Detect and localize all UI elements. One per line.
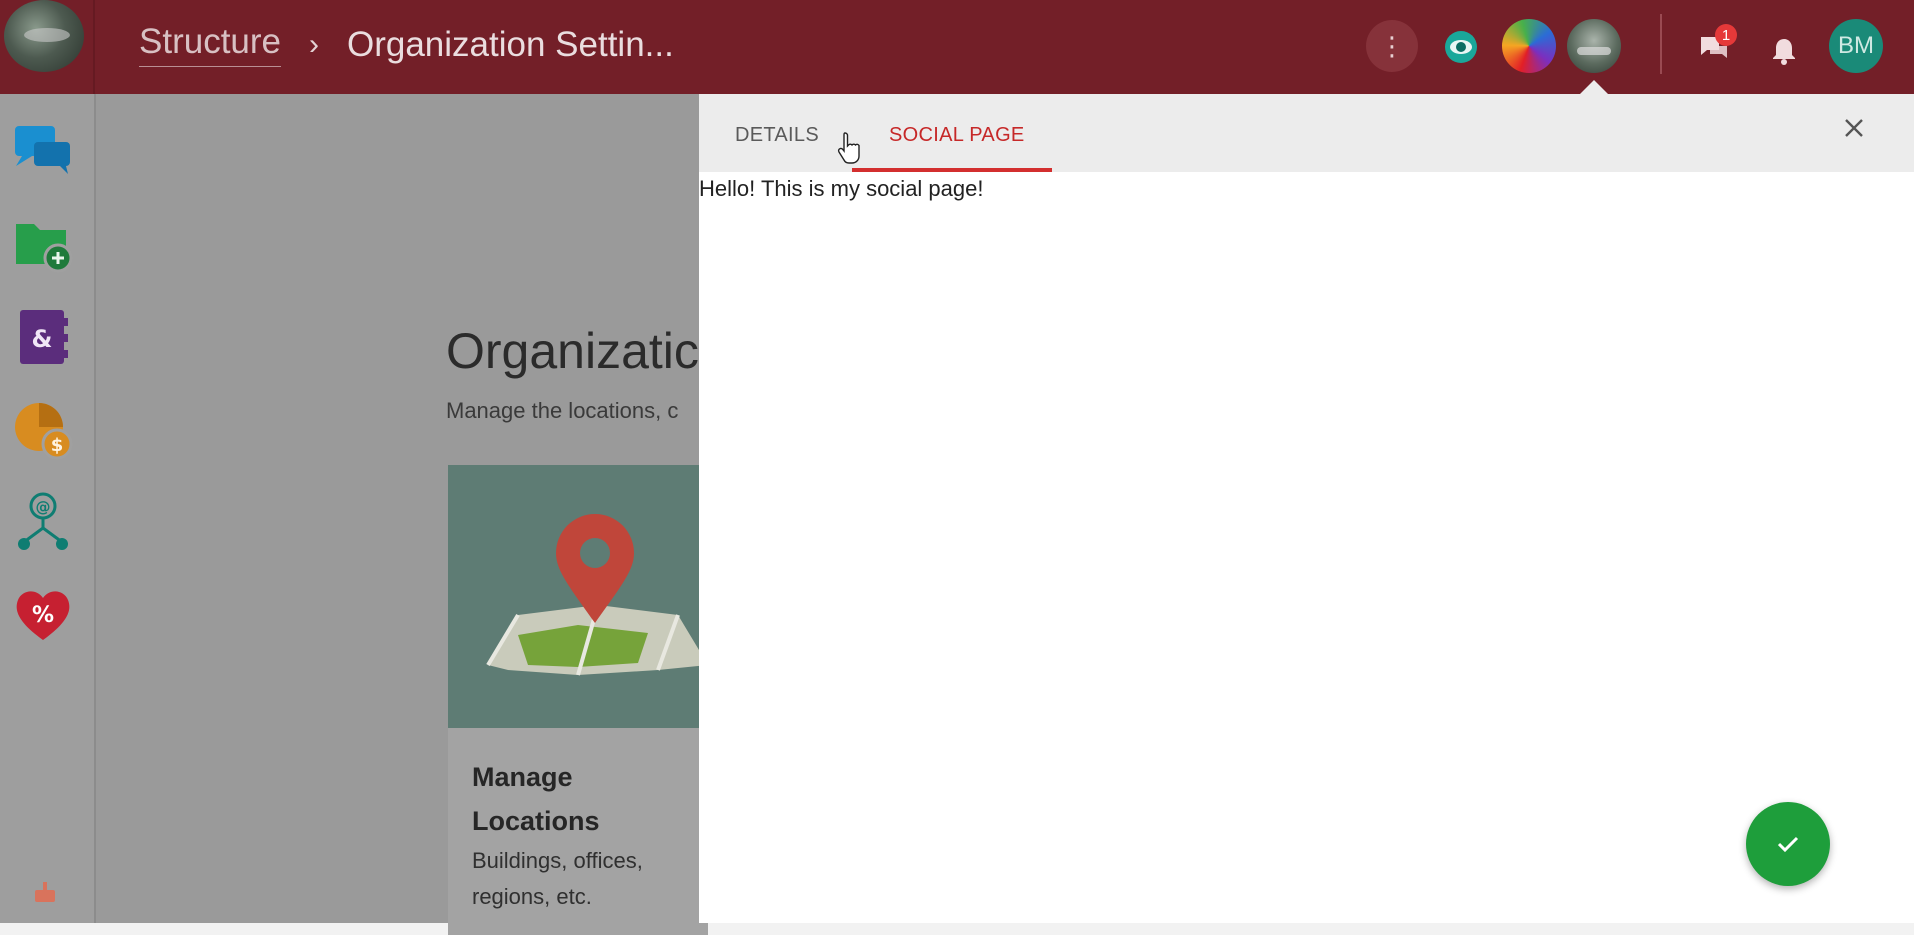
eye-icon[interactable] <box>1443 29 1479 65</box>
bell-icon[interactable] <box>1770 36 1798 66</box>
top-bar: Structure › Organization Settin... ⋮ 1 B… <box>0 0 1914 94</box>
social-page-content: Hello! This is my social page! <box>699 176 984 201</box>
hand-cursor-icon <box>837 132 860 164</box>
drawer-tabs: DETAILS SOCIAL PAGE <box>699 94 1914 172</box>
svg-text:%: % <box>32 603 54 628</box>
page-subtitle: Manage the locations, c <box>446 398 679 423</box>
close-button[interactable] <box>1834 108 1874 148</box>
close-icon <box>1845 119 1863 137</box>
breadcrumb-current: Organization Settin... <box>347 24 674 64</box>
chat-bubbles-icon[interactable] <box>12 120 74 182</box>
contacts-book-icon[interactable]: & <box>12 306 74 368</box>
save-fab-button[interactable] <box>1746 802 1830 886</box>
more-vertical-icon: ⋮ <box>1379 30 1405 61</box>
organization-logo[interactable] <box>4 0 84 72</box>
topbar-divider <box>93 0 95 94</box>
cake-icon[interactable] <box>32 878 58 904</box>
heart-percent-icon[interactable]: % <box>12 584 74 646</box>
manage-locations-card[interactable]: Manage Locations Buildings, offices, reg… <box>448 465 708 935</box>
more-options-button[interactable]: ⋮ <box>1366 20 1418 72</box>
svg-text:@: @ <box>36 498 51 516</box>
page-title: Organizatic <box>446 323 699 379</box>
card-title: Manage Locations <box>472 762 600 836</box>
finance-pie-icon[interactable]: $ <box>12 399 74 461</box>
card-description: Buildings, offices, regions, etc. <box>472 848 643 909</box>
map-pin-icon <box>486 514 708 676</box>
profile-drawer: DETAILS SOCIAL PAGE Hello! This is my so… <box>699 94 1914 923</box>
active-tab-indicator <box>852 168 1052 172</box>
chevron-right-icon: › <box>309 27 319 61</box>
check-icon <box>1777 836 1799 853</box>
map-pin-illustration <box>448 465 708 728</box>
topbar-divider <box>1660 14 1662 74</box>
folder-add-icon[interactable] <box>12 214 74 276</box>
svg-text:$: $ <box>51 435 64 456</box>
app-avatar[interactable] <box>1502 19 1556 73</box>
popover-caret <box>1580 80 1608 94</box>
breadcrumb-root-link[interactable]: Structure <box>139 22 281 67</box>
email-network-icon[interactable]: @ <box>12 492 74 554</box>
profile-photo-avatar[interactable] <box>1567 19 1621 73</box>
tab-social-page[interactable]: SOCIAL PAGE <box>889 124 1025 147</box>
chat-badge: 1 <box>1715 24 1737 46</box>
user-avatar[interactable]: BM <box>1829 19 1883 73</box>
tab-details[interactable]: DETAILS <box>735 124 819 147</box>
breadcrumb: Structure › Organization Settin... <box>139 22 674 67</box>
app-sidebar: & $ @ % <box>0 94 96 923</box>
svg-text:&: & <box>32 325 53 353</box>
